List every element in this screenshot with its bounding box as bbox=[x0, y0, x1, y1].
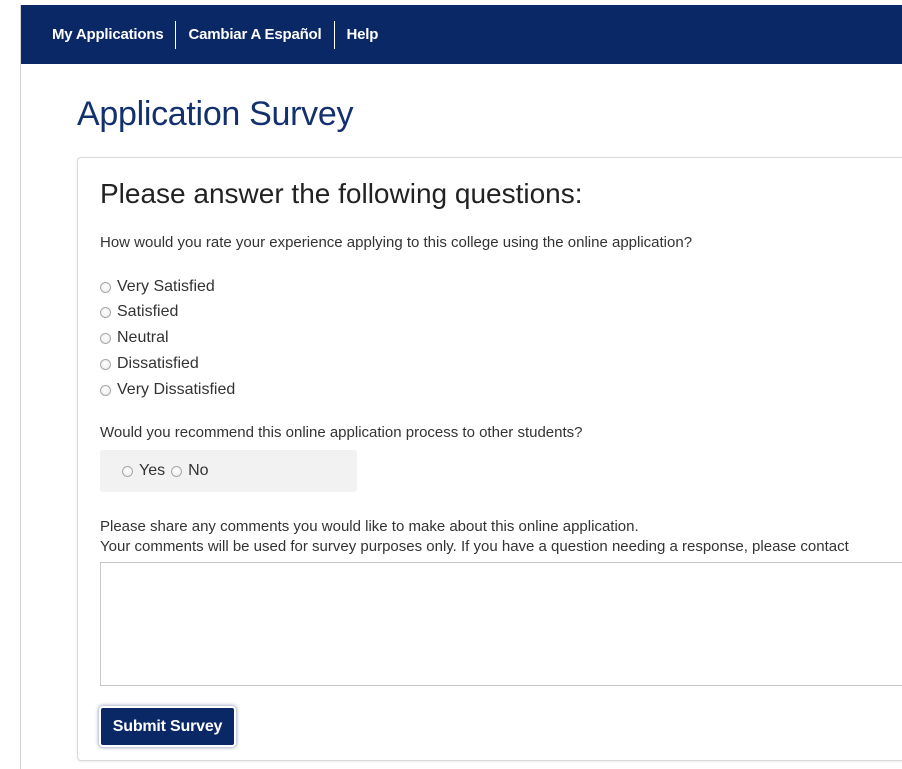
radio-circle-icon[interactable] bbox=[100, 384, 111, 396]
radio-yes[interactable]: Yes bbox=[122, 462, 165, 480]
comments-prompt: Please share any comments you would like… bbox=[100, 518, 639, 535]
nav-divider bbox=[175, 20, 177, 49]
radio-satisfied[interactable]: Satisfied bbox=[100, 303, 178, 321]
question-experience-text: How would you rate your experience apply… bbox=[100, 234, 693, 251]
nav-help-link[interactable]: Help bbox=[347, 26, 379, 43]
radio-label: No bbox=[188, 462, 209, 479]
radio-neutral[interactable]: Neutral bbox=[100, 329, 169, 347]
nav-language-toggle-link[interactable]: Cambiar A Español bbox=[188, 26, 321, 43]
radio-label: Neutral bbox=[117, 329, 169, 346]
question-recommend-text: Would you recommend this online applicat… bbox=[100, 424, 583, 441]
radio-circle-icon[interactable] bbox=[100, 306, 111, 318]
page-title: Application Survey bbox=[77, 95, 354, 133]
submit-survey-button[interactable]: Submit Survey bbox=[101, 708, 234, 745]
survey-panel: Please answer the following questions: H… bbox=[77, 157, 902, 761]
radio-label: Very Satisfied bbox=[117, 278, 215, 295]
recommend-options-group: Yes No bbox=[100, 450, 357, 492]
nav-divider bbox=[333, 20, 335, 49]
radio-label: Yes bbox=[139, 462, 166, 479]
radio-circle-icon[interactable] bbox=[100, 332, 111, 344]
radio-label: Dissatisfied bbox=[117, 355, 199, 372]
radio-very-dissatisfied[interactable]: Very Dissatisfied bbox=[100, 381, 235, 399]
radio-no[interactable]: No bbox=[171, 462, 209, 480]
survey-heading: Please answer the following questions: bbox=[100, 178, 583, 209]
comments-note: Your comments will be used for survey pu… bbox=[100, 538, 849, 555]
comments-textarea[interactable] bbox=[100, 562, 902, 686]
radio-circle-icon[interactable] bbox=[171, 465, 183, 477]
radio-dissatisfied[interactable]: Dissatisfied bbox=[100, 355, 199, 373]
radio-circle-icon[interactable] bbox=[100, 358, 111, 370]
radio-very-satisfied[interactable]: Very Satisfied bbox=[100, 278, 215, 296]
radio-label: Very Dissatisfied bbox=[117, 381, 236, 398]
browser-viewport: My Applications Cambiar A Español Help A… bbox=[20, 5, 902, 769]
radio-circle-icon[interactable] bbox=[122, 465, 133, 477]
nav-my-applications-link[interactable]: My Applications bbox=[52, 26, 164, 43]
top-navigation-bar: My Applications Cambiar A Español Help bbox=[21, 5, 902, 64]
radio-circle-icon[interactable] bbox=[100, 281, 111, 293]
radio-label: Satisfied bbox=[117, 303, 179, 320]
